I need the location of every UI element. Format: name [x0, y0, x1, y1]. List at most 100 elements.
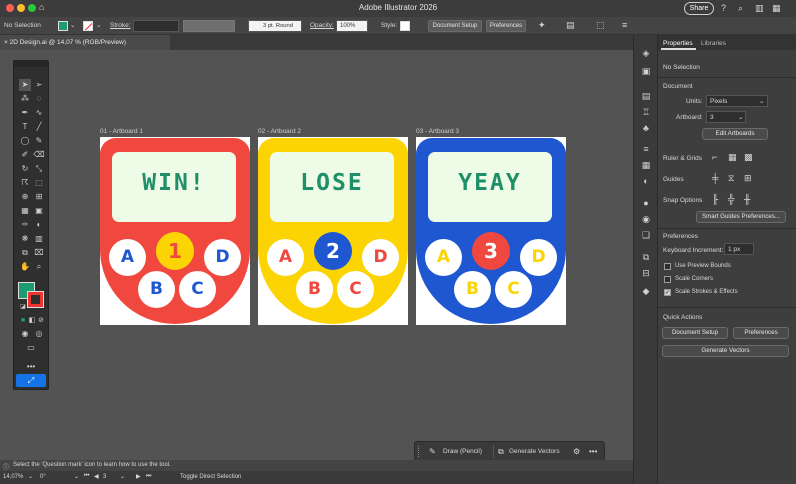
use-preview-bounds-checkbox[interactable]: [664, 263, 671, 270]
stroke-panel-icon[interactable]: ≡: [640, 143, 652, 155]
variable-width-field[interactable]: [183, 20, 235, 32]
first-artboard-icon[interactable]: ⏮: [84, 473, 89, 480]
draw-mode-icon[interactable]: ◉: [19, 328, 31, 340]
zoom-tool-icon[interactable]: ⌕: [33, 261, 45, 273]
blend-tool-icon[interactable]: ◐: [33, 219, 45, 231]
type-tool-icon[interactable]: T: [19, 121, 31, 133]
screen-mode-icon[interactable]: ▭: [25, 342, 37, 354]
taskbar-grip[interactable]: [418, 446, 420, 457]
more-options-icon[interactable]: •••: [589, 447, 597, 456]
transform-icon[interactable]: ⬚: [596, 20, 605, 31]
status-toggle-text[interactable]: Toggle Direct Selection: [180, 474, 241, 480]
smart-guides-preferences-button[interactable]: Smart Guides Preferences...: [696, 211, 786, 223]
graphic-styles-icon[interactable]: ◉: [640, 213, 652, 225]
document-tab[interactable]: × 2D Design.ai @ 14,07 % (RGB/Preview): [0, 35, 170, 50]
eraser-tool-icon[interactable]: ⌫: [33, 149, 45, 161]
last-artboard-icon[interactable]: ⏭: [146, 473, 151, 480]
transparency-grid-icon[interactable]: ▩: [744, 152, 753, 163]
workspace-icon[interactable]: ▥: [755, 3, 764, 14]
style-swatch[interactable]: [400, 21, 410, 31]
scale-strokes-checkbox[interactable]: ✓: [664, 289, 671, 296]
line-tool-icon[interactable]: ╱: [33, 121, 45, 133]
stroke-weight-field[interactable]: [133, 20, 179, 32]
magic-icon[interactable]: ✦: [538, 20, 546, 31]
artboard-tool-icon[interactable]: ⧉: [19, 247, 31, 259]
qa-document-setup-button[interactable]: Document Setup: [662, 327, 728, 339]
symbols-panel-icon[interactable]: ♣: [640, 122, 652, 134]
brush-field[interactable]: 3 pt. Round: [248, 20, 302, 32]
shaper-tool-icon[interactable]: ✐: [19, 149, 31, 161]
shape-builder-tool-icon[interactable]: ⊕: [19, 191, 31, 203]
qa-preferences-button[interactable]: Preferences: [733, 327, 789, 339]
tab-properties[interactable]: Properties: [663, 40, 693, 47]
ellipse-tool-icon[interactable]: ◯: [19, 135, 31, 147]
libraries-panel-icon[interactable]: ▣: [640, 65, 652, 77]
rotation-dropdown-icon[interactable]: ⌄: [74, 473, 79, 480]
menu-icon[interactable]: ≡: [622, 20, 627, 30]
warp-tool-icon[interactable]: ☈: [19, 177, 31, 189]
artboard-number-dropdown[interactable]: 3 ⌄: [706, 111, 746, 123]
selection-tool-icon[interactable]: ➤: [19, 79, 31, 91]
units-dropdown[interactable]: Pixels ⌄: [706, 95, 768, 107]
tab-libraries[interactable]: Libraries: [701, 40, 726, 47]
document-setup-button[interactable]: Document Setup: [428, 20, 482, 32]
stroke-color-icon[interactable]: [27, 291, 44, 308]
ruler-icon[interactable]: ⌐: [712, 152, 717, 162]
slice-tool-icon[interactable]: ⌧: [33, 247, 45, 259]
grid-icon[interactable]: ▦: [728, 152, 737, 163]
align-icon[interactable]: ▤: [566, 20, 575, 31]
curvature-tool-icon[interactable]: ∿: [33, 107, 45, 119]
help-icon[interactable]: ?: [721, 3, 726, 13]
artboard-label-1[interactable]: 01 - Artboard 1: [100, 128, 143, 135]
edit-artboards-button[interactable]: Edit Artboards: [702, 128, 768, 140]
scale-tool-icon[interactable]: ⤡: [33, 163, 45, 175]
snap-to-pixel-icon[interactable]: ╬: [728, 194, 734, 204]
rotation-field[interactable]: 0°: [40, 474, 46, 480]
gradient-tool-icon[interactable]: ▣: [33, 205, 45, 217]
appearance-panel-icon[interactable]: ●: [640, 197, 652, 209]
qa-generate-vectors-button[interactable]: Generate Vectors: [662, 345, 789, 357]
show-guides-icon[interactable]: ╪: [712, 173, 718, 183]
eyedropper-tool-icon[interactable]: ✑: [19, 219, 31, 231]
search-icon[interactable]: ⌕: [738, 3, 743, 14]
artboard-3[interactable]: YEAY 3 A D B C: [416, 137, 566, 325]
zoom-dropdown-icon[interactable]: ⌄: [28, 473, 33, 480]
symbol-sprayer-tool-icon[interactable]: ❋: [19, 233, 31, 245]
settings-icon[interactable]: ⚙: [573, 447, 580, 456]
share-button[interactable]: Share: [684, 2, 714, 15]
direct-selection-tool-icon[interactable]: ➢: [33, 79, 45, 91]
previous-artboard-icon[interactable]: ◀: [94, 473, 99, 480]
arrange-icon[interactable]: ▦: [772, 3, 781, 14]
lasso-tool-icon[interactable]: ◌: [33, 93, 45, 105]
keyboard-increment-field[interactable]: 1 px: [724, 243, 754, 255]
generative-ai-icon[interactable]: ⤢: [16, 374, 46, 387]
pen-tool-icon[interactable]: ✒: [19, 107, 31, 119]
pathfinder-panel-icon[interactable]: ⊟: [640, 267, 652, 279]
scale-corners-checkbox[interactable]: [664, 276, 671, 283]
perspective-grid-tool-icon[interactable]: ⊞: [33, 191, 45, 203]
fill-swatch[interactable]: [58, 21, 68, 31]
transparency-panel-icon[interactable]: ◐: [640, 175, 652, 187]
clear-guides-icon[interactable]: ⊞: [744, 173, 752, 184]
layers-stack-icon[interactable]: ◆: [640, 285, 652, 297]
toolbar-grip[interactable]: [14, 61, 48, 67]
magic-wand-tool-icon[interactable]: ⁂: [19, 93, 31, 105]
mesh-tool-icon[interactable]: ▦: [19, 205, 31, 217]
draw-behind-icon[interactable]: ◎: [33, 328, 45, 340]
default-colors-icon[interactable]: ◪: [17, 301, 29, 313]
artboard-number-field[interactable]: 3: [103, 474, 106, 480]
artboard-1[interactable]: WIN! 1 A D B C: [100, 137, 250, 325]
opacity-label[interactable]: Opacity:: [310, 22, 334, 29]
zoom-level-field[interactable]: 14,07%: [3, 474, 23, 480]
snap-to-glyph-icon[interactable]: ╫: [744, 194, 750, 204]
stroke-label[interactable]: Stroke:: [110, 22, 131, 29]
artboard-dropdown-icon[interactable]: ⌄: [120, 473, 125, 480]
swatches-panel-icon[interactable]: ❏: [640, 229, 652, 241]
generate-vectors-button[interactable]: Generate Vectors: [509, 448, 560, 455]
more-tools-icon[interactable]: •••: [25, 361, 37, 373]
properties-panel-icon[interactable]: ◈: [640, 47, 652, 59]
artboard-label-2[interactable]: 02 - Artboard 2: [258, 128, 301, 135]
stroke-swatch[interactable]: [83, 21, 93, 31]
artboard-label-3[interactable]: 03 - Artboard 3: [416, 128, 459, 135]
next-artboard-icon[interactable]: ▶: [136, 473, 141, 480]
